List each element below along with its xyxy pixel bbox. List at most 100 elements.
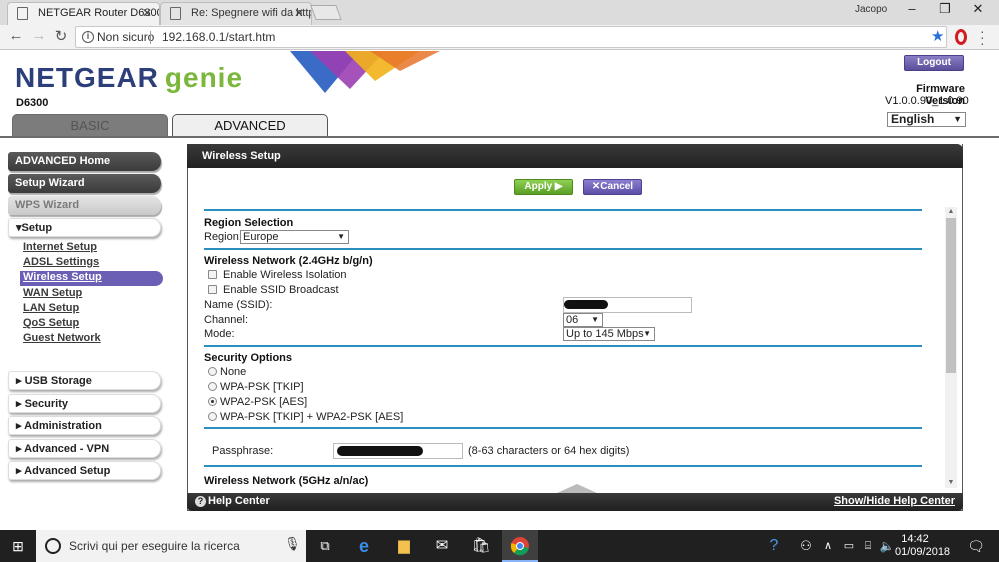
sidebar-administration[interactable]: ▸ Administration	[8, 416, 161, 435]
broadcast-label: Enable SSID Broadcast	[223, 284, 339, 296]
scrollbar-thumb[interactable]	[946, 218, 956, 373]
mail-icon[interactable]: ✉	[424, 530, 460, 562]
url-text[interactable]: 192.168.0.1/start.htm	[162, 30, 275, 44]
radio-mixed[interactable]	[208, 412, 217, 421]
ssid-broadcast-option[interactable]: Enable SSID Broadcast	[208, 284, 339, 296]
firmware-value: V1.0.0.90_1.0.90	[885, 95, 969, 107]
tab-netgear[interactable]: NETGEAR Router D6300 ✕	[7, 2, 160, 25]
clock-time: 14:42	[901, 533, 929, 545]
tab-advanced[interactable]: ADVANCED	[172, 114, 328, 137]
taskbar-search[interactable]: Scrivi qui per eseguire la ricerca 🎙	[36, 530, 306, 562]
microphone-icon[interactable]: 🎙	[284, 536, 301, 552]
redaction-mark	[564, 300, 608, 309]
help-icon[interactable]: ?	[195, 496, 206, 507]
logout-button[interactable]: Logout	[904, 55, 964, 71]
sidebar-advanced-vpn[interactable]: ▸ Advanced - VPN	[8, 439, 161, 458]
sidebar-item-qos-setup[interactable]: QoS Setup	[23, 317, 79, 329]
store-icon[interactable]: 🛍	[463, 530, 499, 562]
volume-icon[interactable]: 🔈	[877, 530, 897, 562]
sidebar-item-wireless-setup[interactable]: Wireless Setup	[23, 271, 102, 283]
mode-select[interactable]: Up to 145 Mbps ▼	[563, 327, 655, 341]
show-hide-help-link[interactable]: Show/Hide Help Center	[834, 495, 955, 507]
windows-start-icon[interactable]: ⊞	[0, 530, 36, 562]
sidebar-advanced-setup[interactable]: ▸ Advanced Setup	[8, 461, 161, 480]
tab-forum[interactable]: Re: Spegnere wifi da http ✕	[160, 2, 312, 25]
broadcast-checkbox[interactable]	[208, 285, 217, 294]
new-tab-button[interactable]	[310, 5, 342, 20]
group-label: Security	[24, 398, 68, 410]
file-explorer-icon[interactable]: ▆	[386, 530, 422, 562]
clock-date: 01/09/2018	[895, 546, 951, 558]
group-label: Advanced Setup	[24, 465, 111, 477]
sidebar-usb-storage[interactable]: ▸ USB Storage	[8, 371, 161, 390]
security-option-none[interactable]: None	[208, 366, 246, 378]
battery-icon[interactable]: ▭	[838, 530, 860, 562]
back-icon[interactable]: ←	[6, 27, 26, 47]
security-option-wpa2-aes[interactable]: WPA2-PSK [AES]	[208, 396, 307, 408]
sidebar-item-internet-setup[interactable]: Internet Setup	[23, 241, 97, 253]
sidebar-advanced-home[interactable]: ADVANCED Home	[8, 152, 161, 171]
restore-icon[interactable]: ❐	[930, 1, 960, 21]
sidebar-item-wan-setup[interactable]: WAN Setup	[23, 287, 82, 299]
chrome-taskbar-item[interactable]	[502, 530, 538, 562]
sidebar-item-lan-setup[interactable]: LAN Setup	[23, 302, 79, 314]
show-hidden-icons[interactable]: ∧	[818, 530, 838, 562]
opera-extension-icon[interactable]	[955, 29, 967, 45]
tab-basic[interactable]: BASIC	[12, 114, 168, 137]
region-heading: Region Selection	[204, 217, 294, 229]
radio-wpa-tkip[interactable]	[208, 382, 217, 391]
region-select[interactable]: Europe ▼	[240, 230, 349, 244]
close-icon[interactable]: ✕	[294, 3, 304, 24]
security-label[interactable]: Non sicuro	[97, 30, 154, 44]
scroll-up-icon[interactable]: ▲	[945, 208, 957, 215]
sidebar-item-guest-network[interactable]: Guest Network	[23, 332, 101, 344]
security-option-mixed[interactable]: WPA-PSK [TKIP] + WPA2-PSK [AES]	[208, 411, 403, 423]
channel-select[interactable]: 06 ▼	[563, 313, 603, 327]
sidebar-setup[interactable]: ▾Setup	[8, 218, 161, 237]
banner-graphic	[290, 51, 440, 93]
security-option-wpa-tkip[interactable]: WPA-PSK [TKIP]	[208, 381, 304, 393]
help-center-label[interactable]: Help Center	[208, 495, 270, 507]
redaction-mark	[337, 446, 423, 456]
passphrase-input[interactable]	[333, 443, 463, 459]
menu-icon[interactable]: · · ·	[980, 24, 985, 50]
section-divider	[204, 209, 922, 211]
group-label: USB Storage	[24, 375, 92, 387]
network-icon[interactable]: ⌸	[858, 530, 878, 562]
apply-button[interactable]: Apply ▶	[514, 179, 573, 195]
info-icon[interactable]: i	[82, 31, 94, 43]
sidebar-item-adsl-settings[interactable]: ADSL Settings	[23, 256, 99, 268]
search-placeholder[interactable]: Scrivi qui per eseguire la ricerca	[69, 539, 240, 553]
bookmark-star-icon[interactable]: ★	[931, 27, 944, 45]
mode-value: Up to 145 Mbps	[566, 328, 644, 340]
radio-none[interactable]	[208, 367, 217, 376]
sidebar-wps-wizard[interactable]: WPS Wizard	[8, 196, 161, 215]
task-view-icon[interactable]: ⧉	[307, 530, 343, 562]
language-select[interactable]: English ▼	[887, 112, 966, 127]
ssid-input[interactable]	[563, 297, 692, 313]
reload-icon[interactable]: ↻	[51, 27, 71, 47]
wireless-isolation-option[interactable]: Enable Wireless Isolation	[208, 269, 347, 281]
expand-handle-icon[interactable]	[557, 484, 597, 493]
radio-wpa2-aes[interactable]	[208, 397, 217, 406]
sidebar-setup-wizard[interactable]: Setup Wizard	[8, 174, 161, 193]
notifications-icon[interactable]: 🗨	[958, 530, 994, 562]
close-icon[interactable]: ✕	[142, 3, 152, 24]
netgear-logo: NETGEAR genie	[15, 62, 243, 94]
profile-name[interactable]: Jacopo	[855, 4, 887, 15]
edge-icon[interactable]: e	[346, 530, 382, 562]
channel-label: Channel:	[204, 314, 249, 326]
help-tray-icon[interactable]: ?	[756, 530, 792, 562]
taskbar: ⊞ Scrivi qui per eseguire la ricerca 🎙 ⧉…	[0, 530, 999, 562]
minimize-icon[interactable]: –	[897, 1, 927, 21]
url-bar[interactable]: i Non sicuro 192.168.0.1/start.htm ★	[75, 26, 947, 48]
system-clock[interactable]: 14:42 01/09/2018	[895, 533, 951, 559]
cancel-button[interactable]: ✕Cancel	[583, 179, 642, 195]
scroll-down-icon[interactable]: ▼	[945, 479, 957, 486]
isolation-checkbox[interactable]	[208, 270, 217, 279]
dropdown-arrow-icon: ▼	[591, 315, 599, 324]
region-value: Europe	[243, 231, 279, 243]
forward-icon[interactable]: →	[29, 27, 49, 47]
close-window-icon[interactable]: ✕	[963, 1, 993, 21]
sidebar-security[interactable]: ▸ Security	[8, 394, 161, 413]
